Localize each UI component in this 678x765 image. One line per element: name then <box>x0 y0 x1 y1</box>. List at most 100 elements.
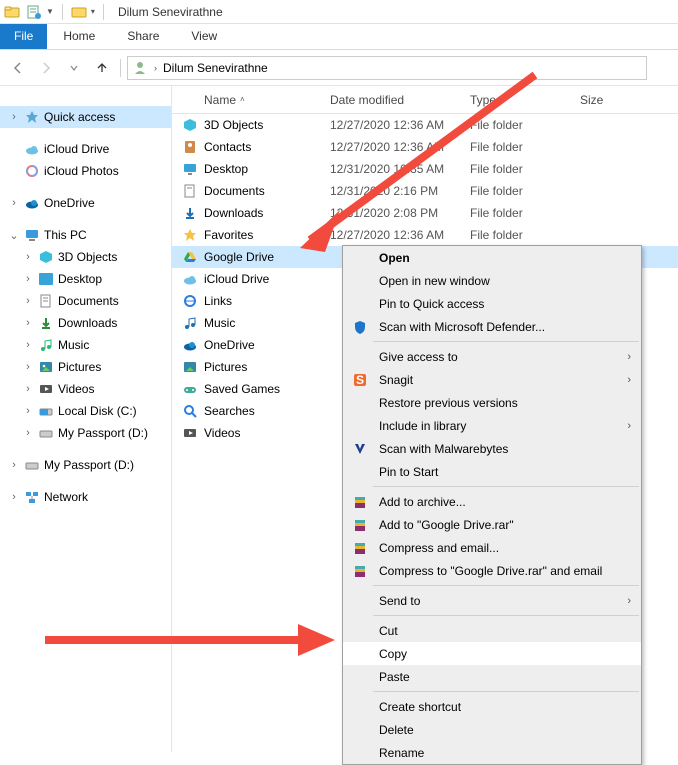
separator <box>373 585 639 586</box>
sidebar-passport-2[interactable]: ›My Passport (D:) <box>0 454 171 476</box>
shield-icon <box>349 319 371 335</box>
cm-defender[interactable]: Scan with Microsoft Defender... <box>343 315 641 338</box>
cm-compress-email[interactable]: Compress and email... <box>343 536 641 559</box>
sidebar-pictures[interactable]: ›Pictures <box>0 356 171 378</box>
file-icon <box>182 403 198 419</box>
pc-icon <box>24 227 40 243</box>
file-row[interactable]: Contacts12/27/2020 12:36 AMFile folder <box>172 136 678 158</box>
file-date: 12/31/2020 2:08 PM <box>322 206 462 220</box>
tab-file[interactable]: File <box>0 24 47 49</box>
sidebar-icloud-drive[interactable]: iCloud Drive <box>0 138 171 160</box>
sidebar-quick-access[interactable]: › Quick access <box>0 106 171 128</box>
cm-malwarebytes[interactable]: Scan with Malwarebytes <box>343 437 641 460</box>
sidebar-this-pc[interactable]: ⌄ This PC <box>0 224 171 246</box>
sidebar-item-label: Music <box>58 338 89 352</box>
cm-send-to[interactable]: Send to› <box>343 589 641 612</box>
divider <box>103 4 104 20</box>
file-icon <box>182 425 198 441</box>
back-button[interactable] <box>6 56 30 80</box>
sidebar-icloud-photos[interactable]: iCloud Photos <box>0 160 171 182</box>
file-name: iCloud Drive <box>204 272 269 286</box>
navigation-pane[interactable]: › Quick access iCloud Drive iCloud Photo… <box>0 86 172 752</box>
column-type[interactable]: Type <box>462 93 572 107</box>
user-icon <box>132 60 148 76</box>
file-name: 3D Objects <box>204 118 263 132</box>
tab-view[interactable]: View <box>175 24 233 49</box>
up-button[interactable] <box>90 56 114 80</box>
title-dropdown-icon[interactable]: ▾ <box>91 7 95 16</box>
address-bar[interactable]: › Dilum Senevirathne <box>127 56 647 80</box>
cm-give-access[interactable]: Give access to› <box>343 345 641 368</box>
sidebar-documents[interactable]: ›Documents <box>0 290 171 312</box>
svg-text:S: S <box>356 373 364 387</box>
file-row[interactable]: Documents12/31/2020 2:16 PMFile folder <box>172 180 678 202</box>
cm-open[interactable]: Open <box>343 246 641 269</box>
sidebar-downloads[interactable]: ›Downloads <box>0 312 171 334</box>
column-size[interactable]: Size <box>572 93 632 107</box>
cm-pin-quick-access[interactable]: Pin to Quick access <box>343 292 641 315</box>
cm-add-rar[interactable]: Add to "Google Drive.rar" <box>343 513 641 536</box>
cm-restore[interactable]: Restore previous versions <box>343 391 641 414</box>
sidebar-local-disk[interactable]: ›Local Disk (C:) <box>0 400 171 422</box>
chevron-right-icon[interactable]: › <box>154 63 157 73</box>
cm-add-archive[interactable]: Add to archive... <box>343 490 641 513</box>
tab-share[interactable]: Share <box>111 24 175 49</box>
file-name: Videos <box>204 426 240 440</box>
collapse-icon[interactable]: ⌄ <box>8 229 20 242</box>
download-icon <box>38 315 54 331</box>
file-icon <box>182 205 198 221</box>
expand-icon[interactable]: › <box>8 111 20 123</box>
sidebar-videos[interactable]: ›Videos <box>0 378 171 400</box>
forward-button[interactable] <box>34 56 58 80</box>
sidebar-network[interactable]: ›Network <box>0 486 171 508</box>
recent-dropdown[interactable] <box>62 56 86 80</box>
file-row[interactable]: Downloads12/31/2020 2:08 PMFile folder <box>172 202 678 224</box>
sidebar-onedrive[interactable]: › OneDrive <box>0 192 171 214</box>
file-name: Music <box>204 316 235 330</box>
file-icon <box>182 293 198 309</box>
malwarebytes-icon <box>349 441 371 457</box>
properties-icon[interactable] <box>26 4 42 20</box>
cm-snagit[interactable]: SSnagit› <box>343 368 641 391</box>
cm-include-library[interactable]: Include in library› <box>343 414 641 437</box>
sidebar-item-label: Quick access <box>44 110 115 124</box>
sidebar-desktop[interactable]: ›Desktop <box>0 268 171 290</box>
cm-paste[interactable]: Paste <box>343 665 641 688</box>
titlebar: ▼ ▾ Dilum Senevirathne <box>0 0 678 24</box>
file-icon <box>182 337 198 353</box>
sidebar-3d-objects[interactable]: ›3D Objects <box>0 246 171 268</box>
sidebar-passport-1[interactable]: ›My Passport (D:) <box>0 422 171 444</box>
file-name: Links <box>204 294 232 308</box>
cm-cut[interactable]: Cut <box>343 619 641 642</box>
file-icon <box>182 117 198 133</box>
breadcrumb-current[interactable]: Dilum Senevirathne <box>163 61 268 75</box>
expand-icon[interactable]: › <box>8 197 20 209</box>
sidebar-item-label: Network <box>44 490 88 504</box>
column-date[interactable]: Date modified <box>322 93 462 107</box>
sidebar-music[interactable]: ›Music <box>0 334 171 356</box>
file-name: Favorites <box>204 228 253 242</box>
tab-home[interactable]: Home <box>47 24 111 49</box>
file-row[interactable]: Desktop12/31/2020 10:35 AMFile folder <box>172 158 678 180</box>
cm-compress-rar-email[interactable]: Compress to "Google Drive.rar" and email <box>343 559 641 582</box>
cloud-icon <box>24 141 40 157</box>
cm-delete[interactable]: Delete <box>343 718 641 741</box>
cm-create-shortcut[interactable]: Create shortcut <box>343 695 641 718</box>
window-title: Dilum Senevirathne <box>118 5 223 19</box>
cm-copy[interactable]: Copy <box>343 642 641 665</box>
cm-pin-start[interactable]: Pin to Start <box>343 460 641 483</box>
winrar-icon <box>349 517 371 533</box>
videos-icon <box>38 381 54 397</box>
cm-open-new-window[interactable]: Open in new window <box>343 269 641 292</box>
file-date: 12/27/2020 12:36 AM <box>322 118 462 132</box>
file-name: Documents <box>204 184 265 198</box>
sidebar-item-label: My Passport (D:) <box>44 458 134 472</box>
file-row[interactable]: Favorites12/27/2020 12:36 AMFile folder <box>172 224 678 246</box>
sidebar-item-label: Local Disk (C:) <box>58 404 137 418</box>
chevron-right-icon: › <box>627 374 631 386</box>
cm-rename[interactable]: Rename <box>343 741 641 764</box>
column-name[interactable]: Name˄ <box>172 93 322 107</box>
file-name: Downloads <box>204 206 263 220</box>
file-row[interactable]: 3D Objects12/27/2020 12:36 AMFile folder <box>172 114 678 136</box>
qat-dropdown-icon[interactable]: ▼ <box>46 7 54 16</box>
